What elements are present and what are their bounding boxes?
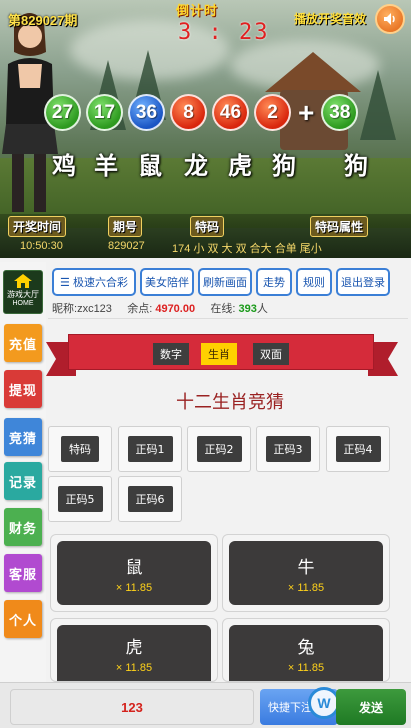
result-ball: 17 [86, 94, 123, 131]
zodiac-odds: × 11.85 [287, 581, 325, 594]
zodiac-name: 牛 [297, 557, 315, 578]
side-nav: 游戏大厅 HOME 充值 提现 竞猜 记录 财务 客服 个人 [0, 262, 46, 682]
draw-time-value: 10:50:30 [20, 240, 63, 252]
online-count: 393 [238, 303, 257, 315]
result-ball: 46 [212, 94, 249, 131]
code-type-special[interactable]: 特码 [48, 426, 112, 472]
refresh-button[interactable]: 刷新画面 [198, 268, 252, 296]
code-type-label: 特码 [61, 436, 99, 462]
side-item-service[interactable]: 客服 [4, 554, 42, 592]
zodiac-result: 羊 [94, 152, 118, 180]
result-ball: 8 [170, 94, 207, 131]
bet-amount-input[interactable] [10, 689, 254, 725]
result-ball: 2 [254, 94, 291, 131]
tree-shape [360, 70, 396, 140]
home-label: 游戏大厅 [7, 290, 39, 299]
user-info-bar: 昵称:zxc123 余点: 4970.00 在线: 393人 [52, 303, 268, 315]
zodiac-result: 龙 [184, 152, 208, 180]
side-item-finance[interactable]: 财务 [4, 508, 42, 546]
special-value: 174 小 双 大 双 合大 合单 尾小 [172, 243, 322, 255]
companion-button[interactable]: 美女陪伴 [140, 268, 194, 296]
code-type-label: 正码4 [335, 436, 381, 462]
house-icon [14, 274, 32, 288]
draw-info-bar: 开奖时间 10:50:30 期号 829027 特码 特码属性 174 小 双 … [0, 214, 411, 258]
zodiac-odds: × 11.85 [115, 661, 153, 674]
trend-button[interactable]: 走势 [256, 268, 292, 296]
draw-time-label: 开奖时间 [8, 216, 67, 237]
special-label: 特码 [190, 216, 225, 237]
nickname-label: 昵称: [52, 303, 78, 315]
fast-lottery-button[interactable]: ☰ 极速六合彩 [52, 268, 136, 296]
zodiac-result: 虎 [228, 152, 252, 180]
special-attr-label: 特码属性 [310, 216, 369, 237]
code-type-label: 正码1 [127, 436, 173, 462]
home-button[interactable]: 游戏大厅 HOME [3, 270, 43, 314]
code-type-label: 正码6 [127, 486, 173, 512]
sound-toggle-label[interactable]: 播放开奖音效 [294, 10, 366, 27]
balance-label: 余点 [127, 303, 150, 315]
zodiac-name: 兔 [297, 637, 315, 658]
side-item-profile[interactable]: 个人 [4, 600, 42, 638]
section-title: 十二生肖竞猜 [176, 392, 284, 413]
result-ball: 36 [128, 94, 165, 131]
period-label: 期号 [108, 216, 143, 237]
bet-bar: 快捷下注 W 发送 [0, 682, 411, 728]
send-button[interactable]: 发送 [336, 689, 406, 725]
hut-roof [265, 52, 361, 92]
zodiac-result: 狗 [344, 152, 368, 180]
balance-value: 4970.00 [155, 303, 196, 315]
side-item-withdraw[interactable]: 提现 [4, 370, 42, 408]
code-type-normal-5[interactable]: 正码5 [48, 476, 112, 522]
divider [48, 318, 408, 319]
code-type-normal-1[interactable]: 正码1 [118, 426, 182, 472]
tab-number[interactable]: 数字 [153, 343, 189, 365]
tab-two-sides[interactable]: 双面 [253, 343, 289, 365]
side-item-recharge[interactable]: 充值 [4, 324, 42, 362]
home-sublabel: HOME [12, 300, 34, 307]
online-label: 在线 [210, 303, 233, 315]
period-value: 829027 [108, 240, 145, 252]
zodiac-card-ox[interactable]: 牛 × 11.85 [222, 534, 390, 612]
code-type-normal-3[interactable]: 正码3 [256, 426, 320, 472]
special-ball: 38 [321, 94, 359, 131]
zodiac-result: 鸡 [52, 152, 76, 180]
zodiac-name: 虎 [125, 637, 143, 658]
ribbon-band: 数字 生肖 双面 [68, 334, 374, 370]
code-type-normal-4[interactable]: 正码4 [326, 426, 390, 472]
toolbar: ☰ 极速六合彩 美女陪伴 刷新画面 走势 规则 退出登录 [50, 268, 411, 298]
code-type-label: 正码3 [265, 436, 311, 462]
zodiac-odds: × 11.85 [115, 581, 153, 594]
bet-type-ribbon: 数字 生肖 双面 [46, 334, 398, 376]
side-item-guess[interactable]: 竞猜 [4, 418, 42, 456]
countdown-label: 倒计时 [176, 3, 219, 18]
code-type-normal-6[interactable]: 正码6 [118, 476, 182, 522]
zodiac-card-rabbit[interactable]: 兔 × 11.85 [222, 618, 390, 682]
speaker-icon[interactable] [375, 4, 405, 34]
side-item-records[interactable]: 记录 [4, 462, 42, 500]
result-balls: 27 17 36 8 46 2 + 38 [44, 94, 359, 131]
zodiac-card-rat[interactable]: 鼠 × 11.85 [50, 534, 218, 612]
countdown-timer: 3 : 23 [178, 20, 270, 45]
nickname: zxc123 [77, 303, 112, 315]
zodiac-odds: × 11.85 [287, 661, 325, 674]
game-banner: 第829027期 倒计时 3 : 23 播放开奖音效 27 17 36 8 46… [0, 0, 411, 258]
zodiac-card-tiger[interactable]: 虎 × 11.85 [50, 618, 218, 682]
code-type-label: 正码5 [57, 486, 103, 512]
code-type-normal-2[interactable]: 正码2 [187, 426, 251, 472]
tab-zodiac[interactable]: 生肖 [201, 343, 237, 365]
logout-button[interactable]: 退出登录 [336, 268, 390, 296]
zodiac-result: 狗 [272, 152, 296, 180]
period-number: 第829027期 [8, 13, 78, 28]
zodiac-name: 鼠 [125, 557, 143, 578]
code-type-label: 正码2 [196, 436, 242, 462]
zodiac-result: 鼠 [138, 152, 162, 180]
plus-icon: + [298, 96, 315, 128]
result-ball: 27 [44, 94, 81, 131]
online-unit: 人 [256, 303, 268, 315]
rules-button[interactable]: 规则 [296, 268, 332, 296]
